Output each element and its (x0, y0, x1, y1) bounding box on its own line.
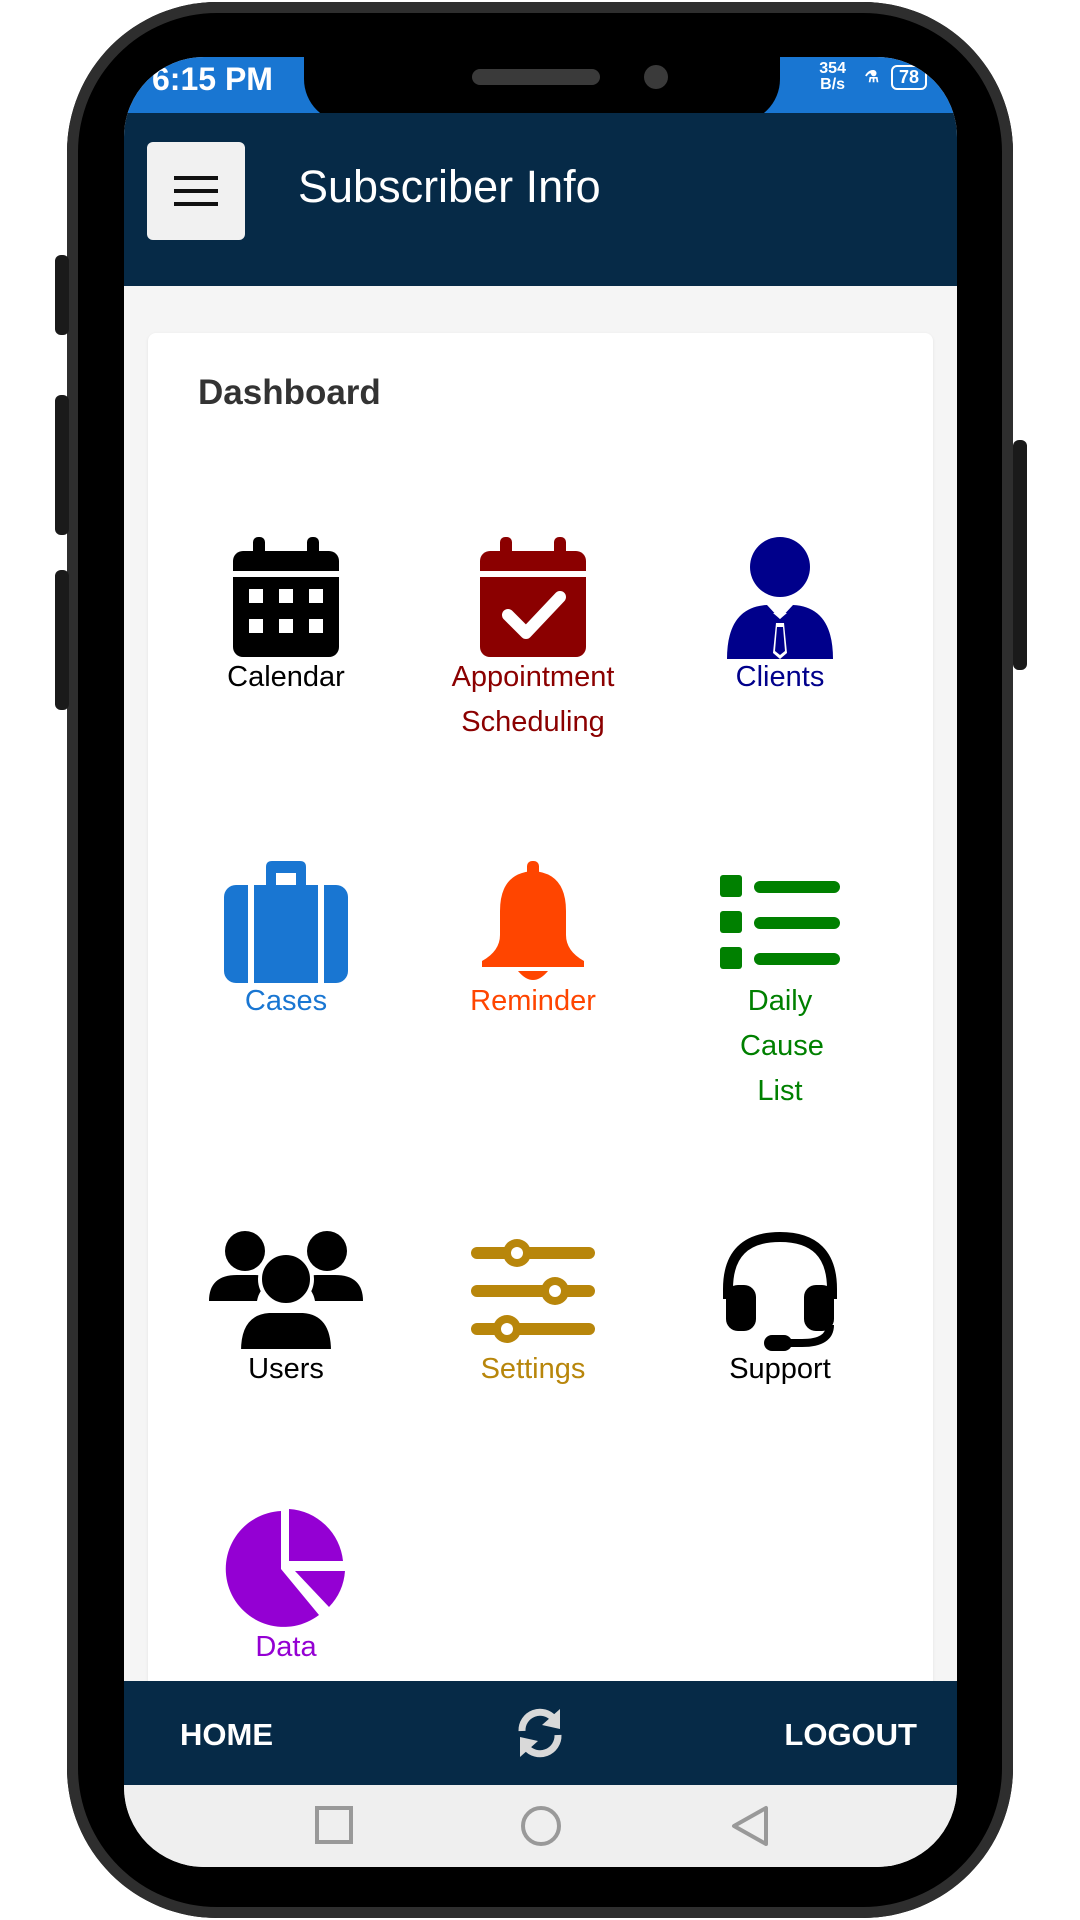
refresh-button[interactable] (514, 1707, 566, 1764)
tile-label: Cases (244, 985, 328, 1017)
recent-apps-icon[interactable] (314, 1805, 354, 1845)
tile-calendar[interactable]: Calendar (166, 537, 406, 700)
tile-label: Calendar (227, 661, 345, 693)
tile-appointment-scheduling[interactable]: Appointment Scheduling (413, 537, 653, 745)
tile-label: Support (729, 1353, 831, 1385)
phone-side-button (55, 395, 69, 535)
tile-users[interactable]: Users (166, 1229, 406, 1392)
sliders-icon (471, 1239, 595, 1343)
dashboard-card: Dashboard Calendar Appointment Schedulin… (148, 333, 933, 1733)
phone-side-button (55, 570, 69, 710)
tile-label: Settings (480, 1353, 586, 1385)
phone-power-button (1013, 440, 1027, 670)
bottom-bar: HOME LOGOUT (124, 1681, 957, 1785)
refresh-icon (518, 1708, 562, 1758)
tile-daily-cause-list[interactable]: Daily Cause List (660, 861, 900, 1114)
phone-side-button (55, 255, 69, 335)
speaker-grille (472, 69, 600, 85)
tile-support[interactable]: Support (660, 1229, 900, 1392)
back-nav-icon[interactable] (730, 1805, 770, 1847)
users-icon (209, 1231, 363, 1351)
calendar-check-icon (480, 537, 586, 657)
android-nav-bar (124, 1785, 957, 1867)
app-bar: Subscriber Info (124, 113, 957, 286)
tile-label: Data (255, 1631, 317, 1663)
hamburger-menu-icon (174, 176, 218, 206)
menu-button[interactable] (147, 142, 245, 240)
user-tie-icon (727, 537, 833, 659)
tile-data[interactable]: Data (166, 1507, 406, 1670)
suitcase-icon (224, 861, 348, 983)
status-time: 6:15 PM (152, 61, 273, 97)
page-title: Subscriber Info (298, 161, 601, 212)
status-indicators: 354 B/s ⚗ 78 (813, 61, 927, 93)
bell-icon (482, 861, 584, 980)
flask-icon: ⚗ (864, 69, 879, 86)
front-camera (644, 65, 668, 89)
dashboard-title: Dashboard (198, 373, 381, 412)
tile-clients[interactable]: Clients (660, 537, 900, 700)
tile-cases[interactable]: Cases (166, 861, 406, 1024)
battery-indicator: 78 (890, 64, 927, 90)
headset-icon (723, 1231, 837, 1351)
main-content: Dashboard Calendar Appointment Schedulin… (124, 286, 957, 1733)
list-icon (720, 875, 840, 969)
calendar-icon (233, 537, 339, 657)
pie-chart-icon (225, 1509, 345, 1627)
tile-label: Appointment Scheduling (451, 661, 615, 738)
tile-settings[interactable]: Settings (413, 1229, 653, 1392)
tile-label: Clients (735, 661, 825, 693)
logout-button[interactable]: LOGOUT (784, 1717, 917, 1753)
network-speed: 354 B/s (819, 60, 846, 93)
tile-label: Users (248, 1353, 324, 1385)
tile-label: Daily Cause List (740, 985, 824, 1107)
tile-label: Reminder (470, 985, 596, 1017)
tile-reminder[interactable]: Reminder (413, 861, 653, 1024)
home-nav-icon[interactable] (520, 1805, 562, 1847)
home-button[interactable]: HOME (180, 1717, 273, 1753)
phone-screen: 6:15 PM 354 B/s ⚗ 78 Subscriber Info Das… (124, 57, 957, 1867)
